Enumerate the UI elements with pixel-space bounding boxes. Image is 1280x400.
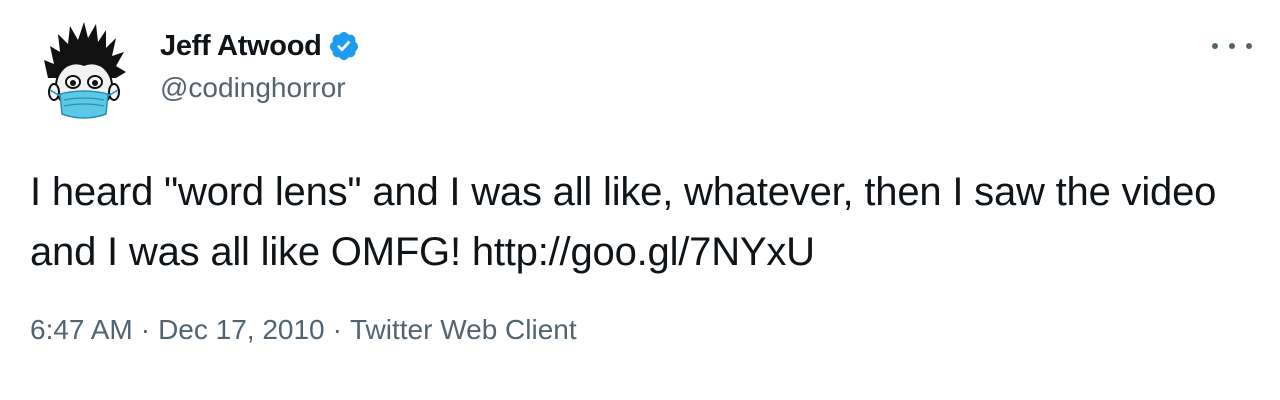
tweet-metadata: 6:47 AM · Dec 17, 2010 · Twitter Web Cli… [30,314,577,346]
spiky-hair-masked-face-avatar-icon [44,22,126,119]
tweet-time[interactable]: 6:47 AM [30,314,133,346]
tweet-source[interactable]: Twitter Web Client [350,314,577,346]
more-dot [1229,43,1235,49]
verified-badge-icon [328,30,360,62]
author-name-row: Jeff Atwood [160,28,360,64]
tweet-card: Jeff Atwood @codinghorror I heard "word … [0,0,1280,400]
tweet-link[interactable]: http://goo.gl/7NYxU [472,230,815,274]
tweet-date[interactable]: Dec 17, 2010 [158,314,325,346]
more-options-icon[interactable] [1212,36,1252,56]
author-handle[interactable]: @codinghorror [160,72,346,104]
more-dot [1212,43,1218,49]
tweet-text: I heard "word lens" and I was all like, … [30,162,1250,282]
author-display-name[interactable]: Jeff Atwood [160,30,322,63]
more-dot [1246,43,1252,49]
meta-separator: · [332,314,342,345]
avatar[interactable] [40,20,128,124]
meta-separator: · [140,314,151,345]
